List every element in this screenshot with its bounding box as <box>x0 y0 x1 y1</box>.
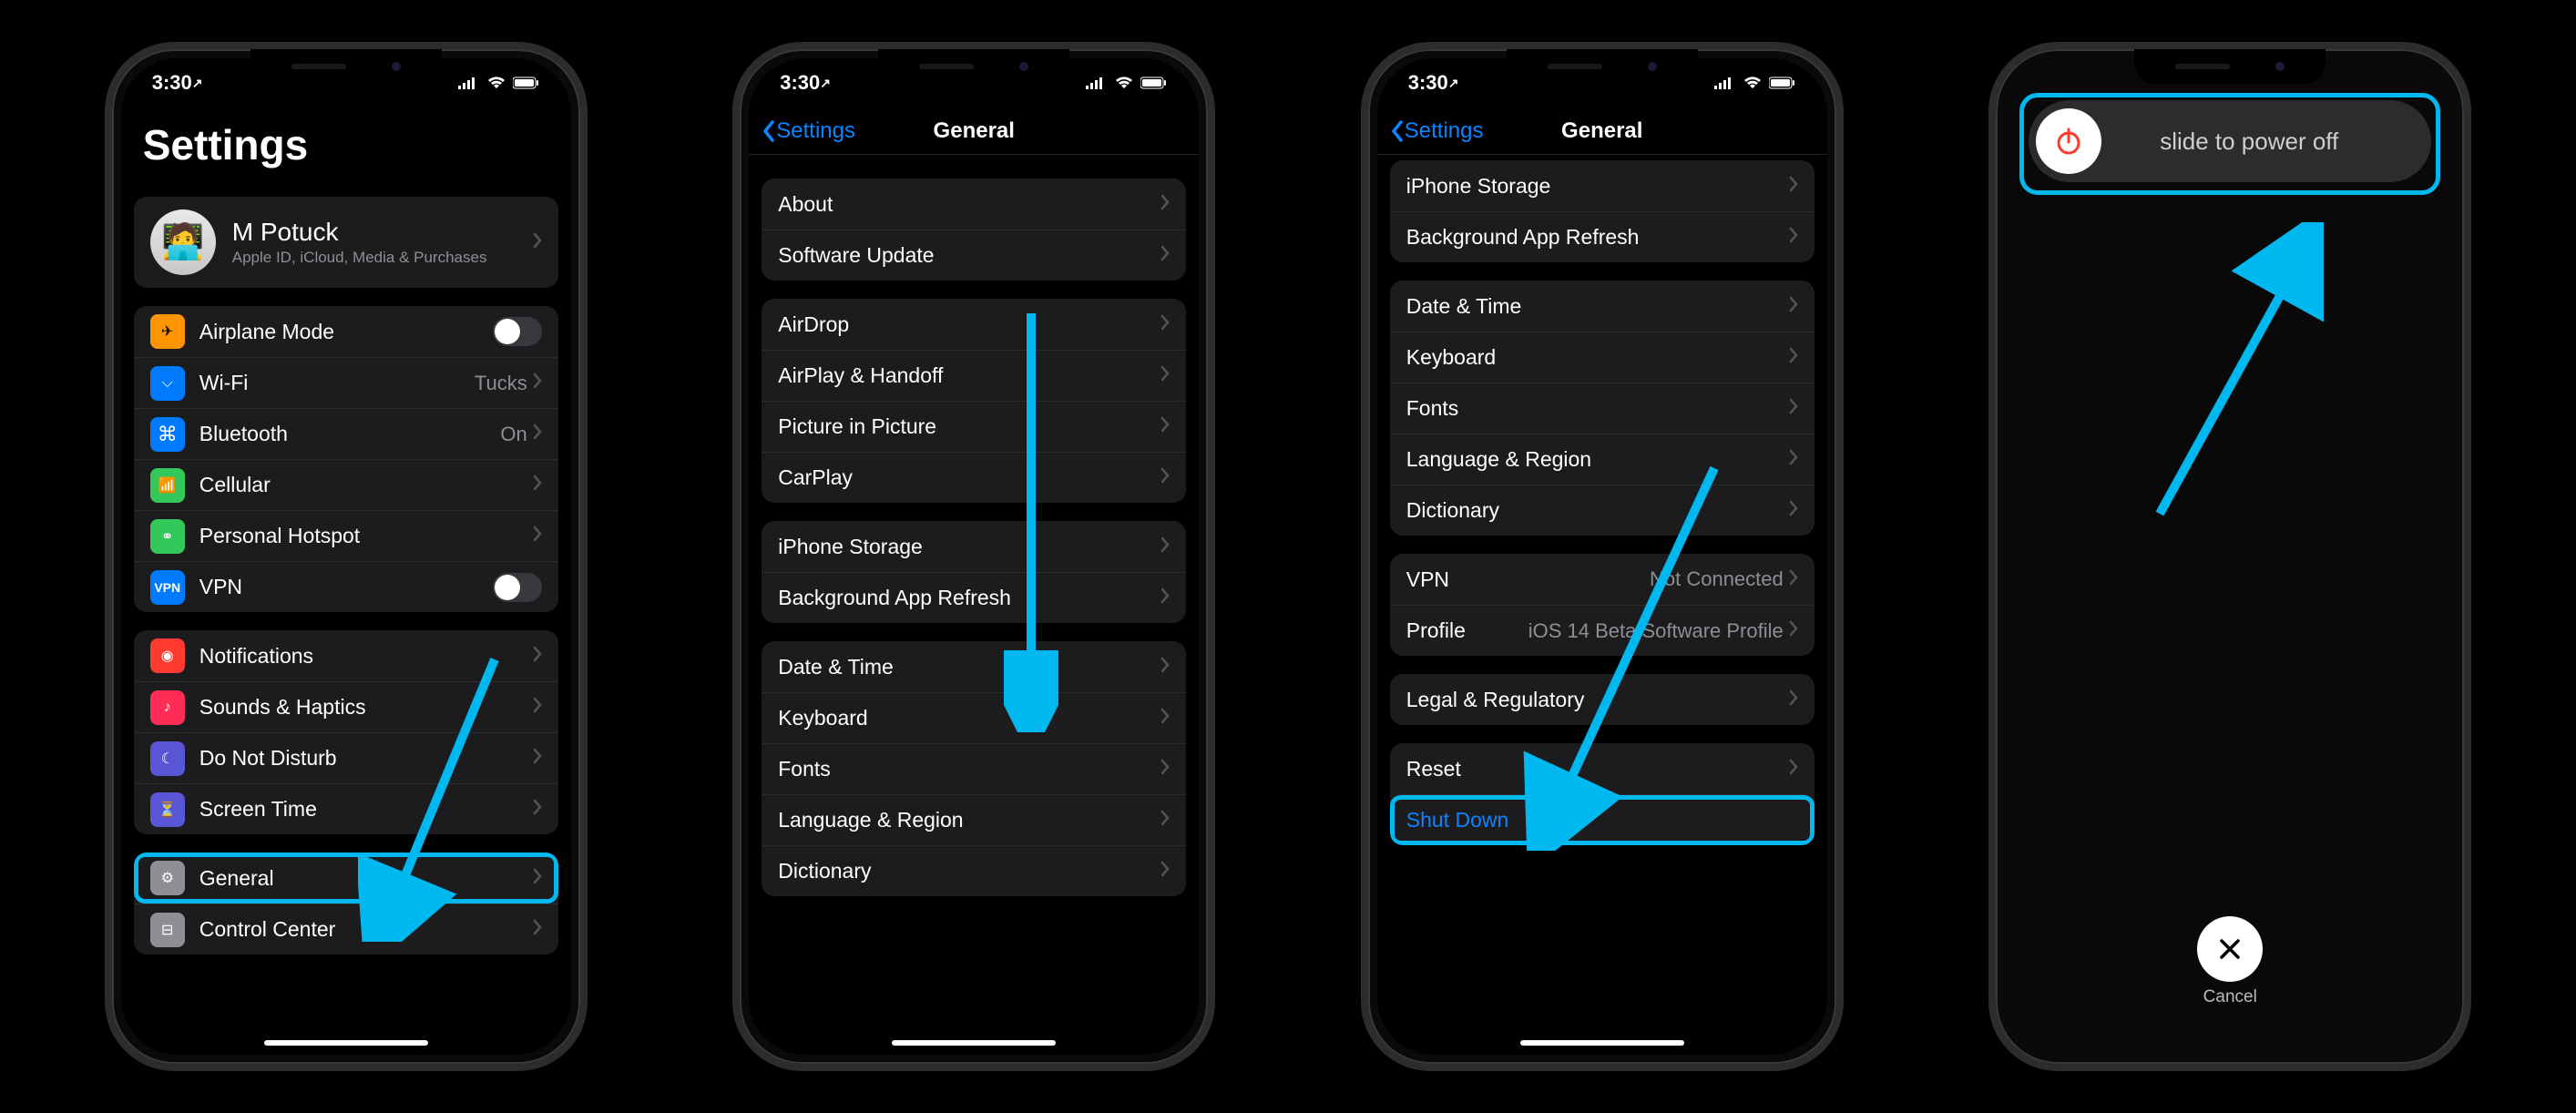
keyboard-row[interactable]: Keyboard <box>1390 332 1814 383</box>
close-icon <box>2215 934 2244 964</box>
cancel-button[interactable] <box>2197 916 2263 982</box>
dnd-row[interactable]: ☾Do Not Disturb <box>134 732 558 783</box>
phone-2-general-top: 3:30↗ Settings General About Software Up… <box>732 42 1215 1071</box>
date-time-row[interactable]: Date & Time <box>762 641 1186 692</box>
carplay-row[interactable]: CarPlay <box>762 452 1186 503</box>
status-time: 3:30 <box>152 71 192 95</box>
airplane-mode-row[interactable]: ✈︎ Airplane Mode <box>134 306 558 357</box>
software-update-row[interactable]: Software Update <box>762 230 1186 281</box>
bg-refresh-row[interactable]: Background App Refresh <box>762 572 1186 623</box>
lang-region-row[interactable]: Language & Region <box>762 794 1186 845</box>
gear-icon: ⚙︎ <box>150 861 185 895</box>
wifi-icon: ⌵ <box>162 375 173 392</box>
general-row[interactable]: ⚙︎General <box>134 853 558 904</box>
dictionary-row[interactable]: Dictionary <box>1390 485 1814 536</box>
apple-id-profile[interactable]: 🧑‍💻 M Potuck Apple ID, iCloud, Media & P… <box>134 197 558 288</box>
home-indicator[interactable] <box>892 1040 1056 1046</box>
highlight-box <box>2019 93 2440 195</box>
status-time: 3:30 <box>1408 71 1448 95</box>
screentime-icon: ⏳ <box>150 792 185 827</box>
home-indicator[interactable] <box>1520 1040 1684 1046</box>
iphone-storage-row[interactable]: iPhone Storage <box>762 521 1186 572</box>
control-center-icon: ⊟ <box>150 913 185 947</box>
status-icons <box>458 77 540 89</box>
cancel-label: Cancel <box>2005 987 2455 1007</box>
back-button[interactable]: Settings <box>760 118 855 144</box>
page-title: Settings <box>121 107 571 186</box>
sounds-row[interactable]: ♪Sounds & Haptics <box>134 681 558 732</box>
airdrop-row[interactable]: AirDrop <box>762 299 1186 350</box>
vpn-row[interactable]: VPN VPN <box>134 561 558 612</box>
vpn-toggle[interactable] <box>493 573 542 602</box>
avatar: 🧑‍💻 <box>150 209 216 275</box>
notifications-icon: ◉ <box>150 638 185 673</box>
cellular-row[interactable]: 📶 Cellular <box>134 459 558 510</box>
fonts-row[interactable]: Fonts <box>762 743 1186 794</box>
iphone-storage-row[interactable]: iPhone Storage <box>1390 160 1814 211</box>
reset-row[interactable]: Reset <box>1390 743 1814 794</box>
profile-config-row[interactable]: ProfileiOS 14 Beta Software Profile <box>1390 605 1814 656</box>
airplay-row[interactable]: AirPlay & Handoff <box>762 350 1186 401</box>
cellular-icon: 📶 <box>150 468 185 503</box>
lang-region-row[interactable]: Language & Region <box>1390 434 1814 485</box>
date-time-row[interactable]: Date & Time <box>1390 281 1814 332</box>
bluetooth-row[interactable]: ⌘ Bluetooth On <box>134 408 558 459</box>
dnd-icon: ☾ <box>150 741 185 776</box>
pip-row[interactable]: Picture in Picture <box>762 401 1186 452</box>
status-time: 3:30 <box>780 71 820 95</box>
phone-4-poweroff: slide to power off Cancel <box>1988 42 2471 1071</box>
nav-title: General <box>934 118 1015 144</box>
shut-down-row[interactable]: Shut Down <box>1390 794 1814 845</box>
nav-title: General <box>1561 118 1642 144</box>
dictionary-row[interactable]: Dictionary <box>762 845 1186 896</box>
vpn-config-row[interactable]: VPNNot Connected <box>1390 554 1814 605</box>
airplane-toggle[interactable] <box>493 317 542 346</box>
control-center-row[interactable]: ⊟Control Center <box>134 904 558 955</box>
wifi-row[interactable]: ⌵ Wi-Fi Tucks <box>134 357 558 408</box>
hotspot-row[interactable]: ⚭ Personal Hotspot <box>134 510 558 561</box>
airplane-icon: ✈︎ <box>161 322 173 341</box>
back-button[interactable]: Settings <box>1388 118 1484 144</box>
screentime-row[interactable]: ⏳Screen Time <box>134 783 558 834</box>
bg-refresh-row[interactable]: Background App Refresh <box>1390 211 1814 262</box>
bluetooth-icon: ⌘ <box>150 417 185 452</box>
notifications-row[interactable]: ◉Notifications <box>134 630 558 681</box>
about-row[interactable]: About <box>762 179 1186 230</box>
vpn-icon: VPN <box>150 570 185 605</box>
keyboard-row[interactable]: Keyboard <box>762 692 1186 743</box>
hotspot-icon: ⚭ <box>150 519 185 554</box>
home-indicator[interactable] <box>264 1040 428 1046</box>
phone-1-settings: 3:30 ↗ Settings 🧑‍💻 M Potuck Apple ID, i… <box>105 42 588 1071</box>
phone-3-general-bottom: 3:30↗ Settings General iPhone Storage Ba… <box>1361 42 1844 1071</box>
legal-row[interactable]: Legal & Regulatory <box>1390 674 1814 725</box>
fonts-row[interactable]: Fonts <box>1390 383 1814 434</box>
sounds-icon: ♪ <box>150 690 185 725</box>
